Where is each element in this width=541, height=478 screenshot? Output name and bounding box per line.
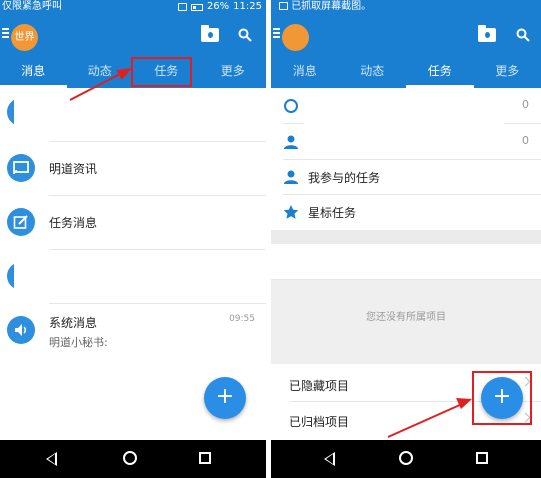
obscured-region <box>304 90 504 154</box>
chevron-right-icon <box>520 376 531 387</box>
empty-project-text: 您还没有所属项目 <box>366 312 446 323</box>
folder-icon[interactable] <box>478 25 496 42</box>
list-item-news[interactable]: 明道资讯 <box>0 142 266 196</box>
avatar[interactable] <box>282 24 309 51</box>
person-icon <box>283 169 299 185</box>
list-item-label: 任务消息 <box>49 216 98 230</box>
task-count: 0 <box>522 134 529 147</box>
obscured-region <box>14 252 266 300</box>
search-icon[interactable] <box>516 28 530 42</box>
clock-time: 11:25 <box>233 1 262 12</box>
tab-more[interactable]: 更多 <box>474 58 541 88</box>
carrier-text: 仅限紧急呼叫 <box>2 1 62 12</box>
status-bar: 已抓取屏幕截图。 <box>271 0 541 14</box>
back-icon[interactable] <box>324 452 335 466</box>
link-label: 已归档项目 <box>289 415 350 429</box>
status-icons: 26% 11:25 <box>177 0 262 14</box>
star-icon <box>283 204 299 220</box>
battery-percent: 26% <box>206 1 230 12</box>
list-item-label: 系统消息 <box>49 316 98 330</box>
project-header[interactable] <box>271 244 541 280</box>
task-count: 0 <box>522 98 529 111</box>
speaker-icon <box>7 316 35 344</box>
notification-text: 已抓取屏幕截图。 <box>291 1 372 12</box>
task-list: 0 0 我参与的任务 星标任务 <box>271 88 541 230</box>
tab-messages[interactable]: 消息 <box>271 58 339 88</box>
app-bar: 世界 <box>0 14 266 58</box>
recent-apps-icon[interactable] <box>476 452 488 464</box>
status-bar: 仅限紧急呼叫 26% 11:25 <box>0 0 266 14</box>
tab-tasks[interactable]: 任务 <box>133 58 200 88</box>
home-icon[interactable] <box>399 451 413 465</box>
add-fab-button[interactable]: + <box>481 377 523 419</box>
tab-feed[interactable]: 动态 <box>339 58 407 88</box>
list-item-preview: 明道小秘书: <box>49 336 108 349</box>
tab-bar: 消息 动态 任务 更多 <box>0 58 266 88</box>
menu-icon[interactable] <box>273 28 280 38</box>
recent-apps-icon[interactable] <box>199 452 211 464</box>
tab-feed[interactable]: 动态 <box>67 58 134 88</box>
clock-icon <box>283 98 299 114</box>
section-divider <box>271 230 541 244</box>
tab-bar: 消息 动态 任务 更多 <box>271 58 541 88</box>
battery-icon <box>190 3 203 11</box>
system-nav-bar <box>271 440 541 478</box>
list-item-label: 明道资讯 <box>49 162 98 176</box>
right-phone-screen: 已抓取屏幕截图。 消息 动态 任务 更多 0 0 我参与的任务 星标任务 您还没… <box>271 0 541 478</box>
menu-icon[interactable] <box>2 28 9 38</box>
obscured-region <box>14 96 266 140</box>
system-nav-bar <box>0 440 266 478</box>
search-icon[interactable] <box>238 28 252 42</box>
home-icon[interactable] <box>123 451 137 465</box>
app-bar <box>271 14 541 58</box>
chevron-right-icon <box>520 412 531 423</box>
tab-more[interactable]: 更多 <box>200 58 267 88</box>
task-label: 星标任务 <box>308 206 357 220</box>
back-icon[interactable] <box>46 452 57 466</box>
screenshot-icon <box>279 2 288 10</box>
link-label: 已隐藏项目 <box>289 379 350 393</box>
task-label: 我参与的任务 <box>308 171 381 185</box>
task-row-starred[interactable]: 星标任务 <box>271 194 541 230</box>
tab-messages[interactable]: 消息 <box>0 58 67 88</box>
list-item-system[interactable]: 系统消息 明道小秘书: 09:55 <box>0 304 266 364</box>
empty-project-area: 您还没有所属项目 <box>271 280 541 364</box>
notification-icon <box>177 3 187 11</box>
person-icon <box>283 134 299 150</box>
folder-icon[interactable] <box>201 25 219 42</box>
add-fab-button[interactable]: + <box>204 377 246 419</box>
list-item-time: 09:55 <box>229 314 255 324</box>
left-phone-screen: 仅限紧急呼叫 26% 11:25 世界 消息 动态 任务 更多 明道资讯 任务消… <box>0 0 266 478</box>
obscured-region <box>285 250 525 274</box>
task-edit-icon <box>7 208 35 236</box>
task-row-participated[interactable]: 我参与的任务 <box>271 159 541 195</box>
news-icon <box>7 154 35 182</box>
list-item-task-messages[interactable]: 任务消息 <box>0 196 266 250</box>
avatar[interactable]: 世界 <box>11 24 38 51</box>
tab-tasks[interactable]: 任务 <box>406 58 474 88</box>
